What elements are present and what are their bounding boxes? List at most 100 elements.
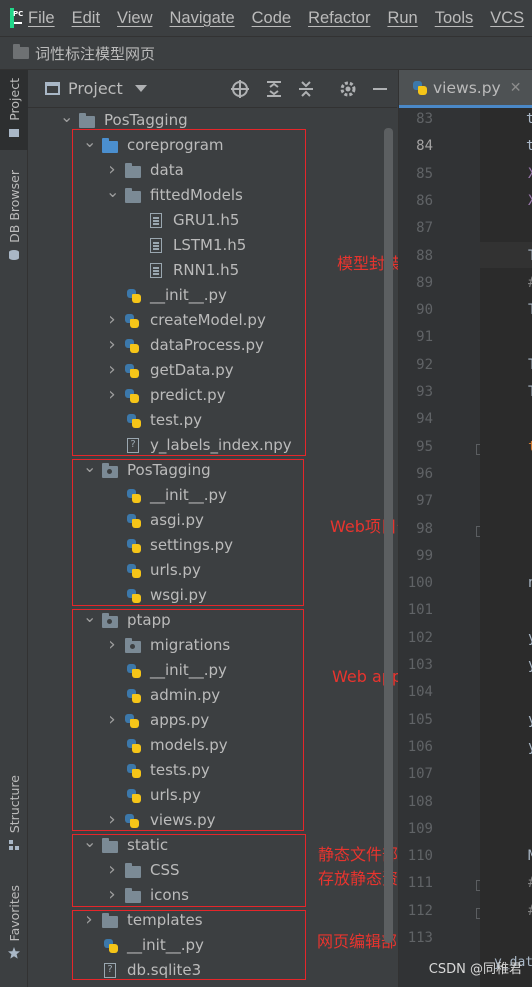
project-pane-icon: [45, 82, 60, 95]
tab-views-py[interactable]: views.py ✕: [399, 70, 532, 108]
pycharm-logo-icon: PC: [10, 8, 23, 28]
tab-favorites-label: Favorites: [6, 885, 22, 942]
line-number: 110: [407, 848, 433, 865]
code-line: T: [480, 357, 532, 373]
tree-row-label: PosTagging: [104, 111, 188, 129]
code-line: t: [526, 138, 532, 155]
annotation-box-static: [72, 834, 306, 907]
menu-edit[interactable]: Edit: [72, 9, 100, 28]
tab-db-browser-label: DB Browser: [6, 170, 22, 243]
line-number: 107: [407, 766, 433, 783]
line-number: 97: [416, 493, 433, 510]
tab-db-browser[interactable]: DB Browser: [0, 170, 28, 270]
code-line: X: [480, 193, 532, 209]
tab-project[interactable]: Project: [0, 70, 28, 150]
line-number: 87: [416, 220, 433, 237]
menu-view[interactable]: View: [117, 9, 152, 28]
tab-structure[interactable]: Structure: [0, 775, 28, 865]
line-number: 106: [407, 738, 433, 755]
line-number: 101: [407, 602, 433, 619]
line-number: 86: [416, 192, 433, 209]
hide-panel-icon[interactable]: [370, 79, 390, 99]
line-number: 92: [416, 356, 433, 373]
annotation-box-postagging: [72, 459, 304, 606]
annotation-box-ptapp: [72, 609, 304, 831]
line-number: 104: [407, 684, 433, 701]
line-number: 85: [416, 165, 433, 182]
expand-all-icon[interactable]: [264, 79, 284, 99]
code-line: #: [480, 275, 532, 291]
folder-icon: [79, 113, 95, 129]
editor-gutter: 83 84 85 86 87 88 89 90 91 92 93 94 95 96 97 98 99 100 101…: [398, 108, 486, 987]
menu-tools[interactable]: Tools: [435, 9, 474, 28]
line-number: 109: [407, 820, 433, 837]
line-number: 89: [416, 274, 433, 291]
line-number: 105: [407, 711, 433, 728]
close-icon[interactable]: ✕: [510, 80, 522, 96]
code-line: X: [480, 166, 532, 182]
code-line: y: [480, 630, 532, 646]
project-panel-header: Project: [28, 70, 397, 108]
line-number: 103: [407, 657, 433, 673]
menu-bar: PC File Edit View Navigate Code Refactor…: [0, 0, 532, 36]
chevron-down-icon[interactable]: ⌄: [60, 109, 73, 126]
line-number: 111: [407, 875, 433, 892]
code-line: T: [480, 384, 532, 400]
menu-file[interactable]: File: [28, 9, 55, 28]
annotation-box-templates: [72, 910, 306, 980]
tool-window-stripe: Project DB Browser Structure Favorites: [0, 70, 28, 987]
line-number: 98: [416, 520, 433, 537]
code-line: y: [480, 657, 532, 673]
menu-code[interactable]: Code: [252, 9, 291, 28]
tree-scrollbar[interactable]: [384, 128, 393, 943]
collapse-all-icon[interactable]: [296, 79, 316, 99]
code-line: t: [480, 439, 532, 455]
tab-views-py-label: views.py: [433, 78, 501, 97]
code-line: y: [480, 739, 532, 755]
menu-navigate[interactable]: Navigate: [170, 9, 235, 28]
code-area[interactable]: ttXXT#TTTtnyyyyM##: [480, 108, 532, 987]
locate-icon[interactable]: [230, 79, 250, 99]
menu-run[interactable]: Run: [387, 9, 417, 28]
line-number: 91: [416, 329, 433, 346]
line-number: 96: [416, 465, 433, 482]
line-number: 83: [416, 111, 433, 127]
chevron-down-icon[interactable]: [134, 84, 147, 93]
database-icon: [9, 249, 19, 260]
structure-icon: [9, 840, 19, 851]
line-number: 112: [407, 902, 433, 919]
code-line: T: [480, 302, 532, 318]
line-number: 88: [416, 247, 433, 264]
python-file-icon: [413, 81, 427, 95]
menu-refactor[interactable]: Refactor: [308, 9, 370, 28]
tab-favorites[interactable]: Favorites: [0, 885, 28, 970]
line-number: 84: [416, 138, 433, 155]
line-number: 113: [407, 930, 433, 946]
breadcrumb-project[interactable]: 词性标注模型网页: [35, 43, 155, 64]
menu-vcs[interactable]: VCS: [490, 9, 524, 28]
project-icon: [9, 128, 19, 137]
code-line: M: [480, 848, 532, 864]
line-number: 99: [416, 547, 433, 564]
code-line: n: [480, 575, 532, 591]
code-line: t: [526, 111, 532, 127]
tab-structure-label: Structure: [6, 775, 22, 834]
star-icon: [8, 947, 20, 960]
breadcrumb: 词性标注模型网页: [0, 36, 532, 70]
line-number: 93: [416, 384, 433, 400]
code-line: #: [480, 903, 532, 919]
code-line: y: [480, 712, 532, 728]
line-number: 95: [416, 438, 433, 455]
code-line: T: [480, 248, 532, 264]
line-number: 94: [416, 411, 433, 428]
watermark: CSDN @同稚君: [428, 962, 522, 977]
line-number: 100: [407, 575, 433, 592]
project-panel-title[interactable]: Project: [68, 79, 123, 98]
gear-icon[interactable]: [338, 79, 358, 99]
tab-project-label: Project: [6, 78, 22, 121]
folder-icon: [13, 44, 29, 59]
line-number: 90: [416, 302, 433, 319]
line-number: 108: [407, 793, 433, 810]
editor-tab-bar: views.py ✕: [398, 70, 532, 108]
code-line: #: [480, 875, 532, 891]
